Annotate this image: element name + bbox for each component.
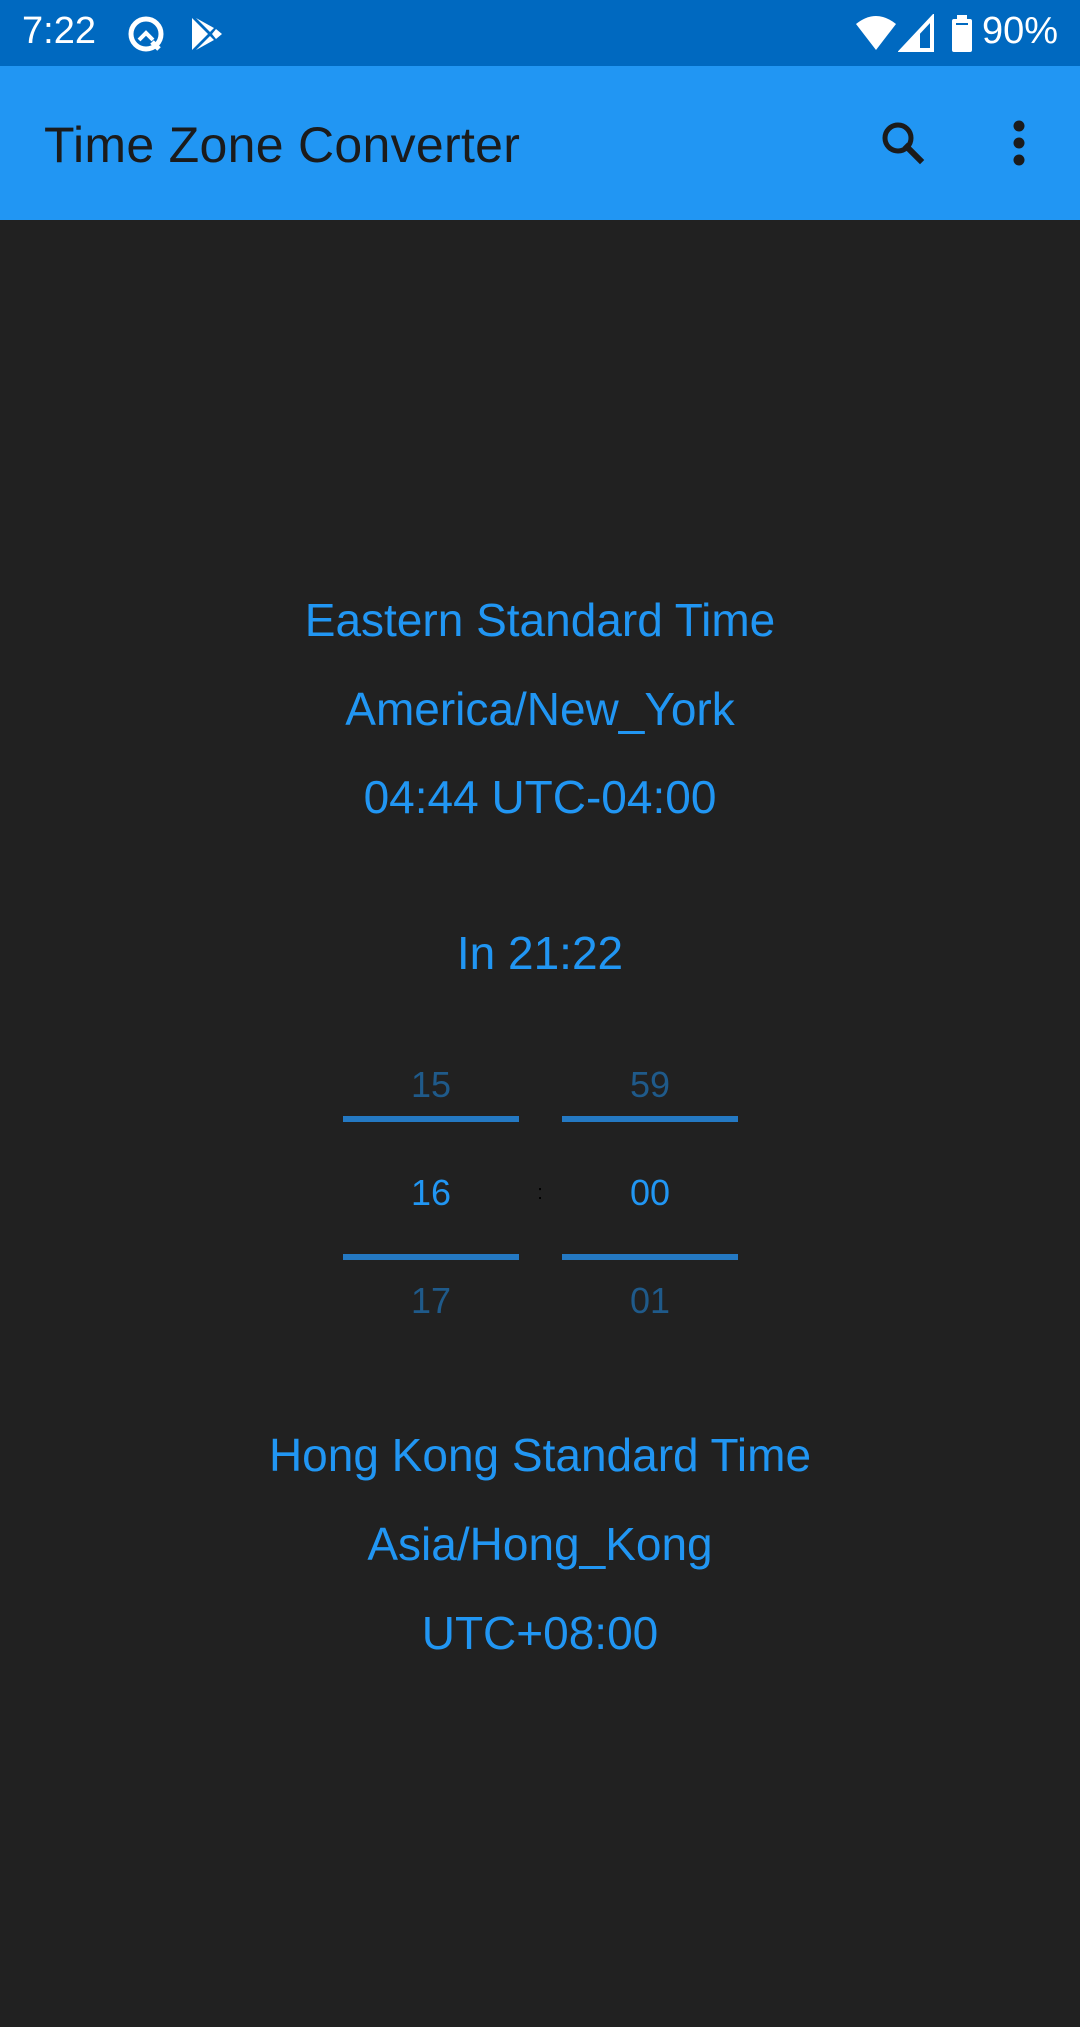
android-q-icon — [126, 14, 166, 54]
minute-bottom-divider — [562, 1254, 738, 1260]
minute-selected[interactable]: 00 — [562, 1171, 738, 1215]
battery-icon — [950, 14, 974, 54]
hour-picker[interactable]: 15 16 17 — [343, 1060, 519, 1460]
app-title: Time Zone Converter — [44, 117, 521, 173]
hour-bottom-divider — [343, 1254, 519, 1260]
countdown-label: In 21:22 — [456, 927, 624, 979]
minute-next[interactable]: 01 — [562, 1279, 738, 1323]
source-time-offset: 04:44 UTC-04:00 — [363, 771, 717, 823]
source-zone-name[interactable]: Eastern Standard Time — [0, 592, 1080, 648]
status-time: 7:22 — [22, 10, 96, 52]
app-bar: Time Zone Converter — [0, 66, 1080, 220]
converter-content: Eastern Standard Time America/New_York 0… — [0, 220, 1080, 2027]
cell-signal-icon — [898, 14, 936, 54]
time-separator: : — [537, 1182, 543, 1204]
minute-previous[interactable]: 59 — [562, 1063, 738, 1107]
target-offset: UTC+08:00 — [421, 1607, 659, 1659]
more-vert-icon — [1013, 120, 1025, 166]
hour-top-divider — [343, 1116, 519, 1122]
search-icon — [882, 122, 925, 165]
status-bar: 7:22 90% — [0, 0, 1080, 66]
source-zone-id: America/New_York — [345, 683, 735, 735]
target-zone-name[interactable]: Hong Kong Standard Time — [0, 1427, 1080, 1483]
play-store-icon — [186, 14, 226, 54]
wifi-icon — [854, 14, 898, 54]
battery-percent: 90% — [981, 10, 1058, 52]
search-button[interactable] — [870, 110, 936, 176]
target-zone-id: Asia/Hong_Kong — [367, 1518, 713, 1570]
hour-selected[interactable]: 16 — [343, 1171, 519, 1215]
more-options-button[interactable] — [986, 110, 1052, 176]
minute-picker[interactable]: 59 00 01 — [562, 1060, 738, 1460]
hour-previous[interactable]: 15 — [343, 1063, 519, 1107]
hour-next[interactable]: 17 — [343, 1279, 519, 1323]
minute-top-divider — [562, 1116, 738, 1122]
